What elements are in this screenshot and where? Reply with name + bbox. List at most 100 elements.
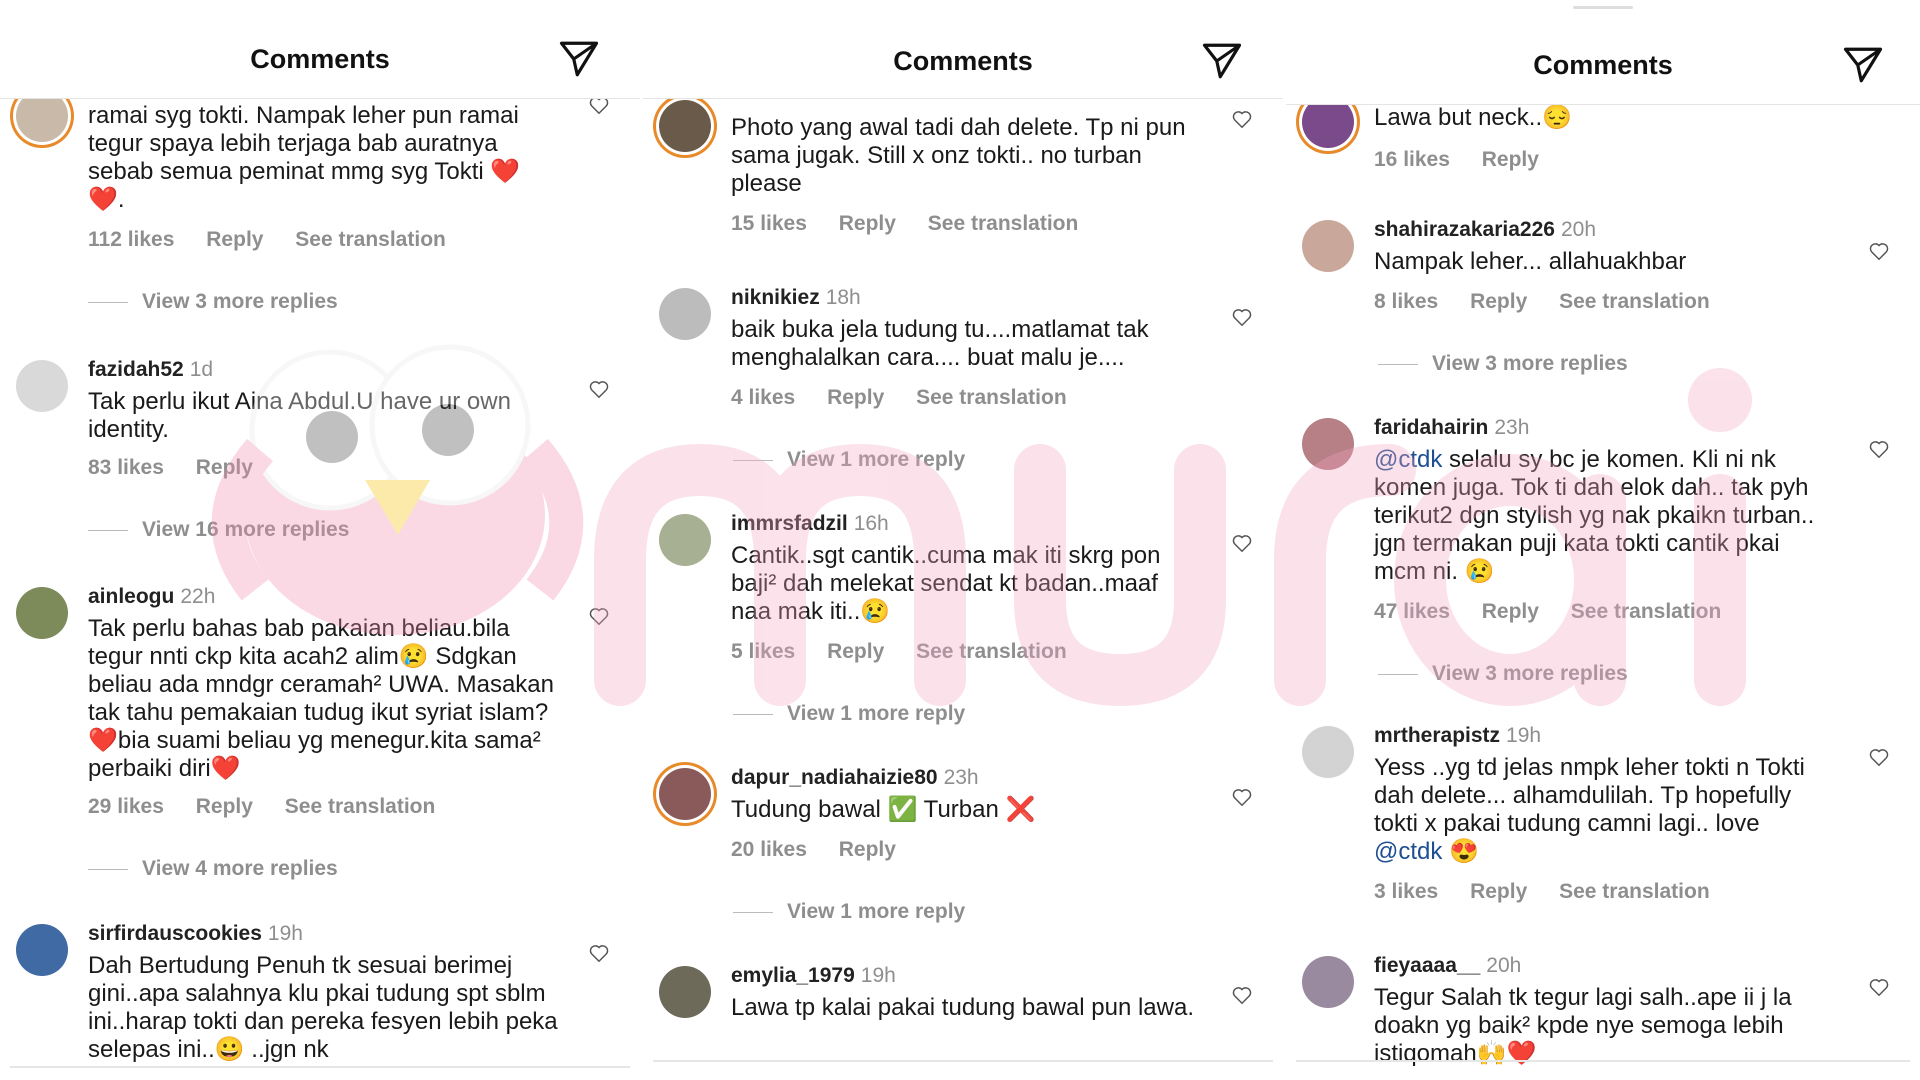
- likes-count[interactable]: 4 likes: [731, 386, 795, 409]
- comment-text: Lawa but neck..😔: [1374, 104, 1572, 131]
- comment-text: Tak perlu ikut Aina Abdul.U have ur own …: [88, 388, 511, 443]
- comment-item: fazidah52 1d Tak perlu ikut Aina Abdul.U …: [0, 358, 640, 548]
- send-icon[interactable]: [1201, 40, 1243, 82]
- likes-count[interactable]: 8 likes: [1374, 290, 1438, 313]
- likes-count[interactable]: 5 likes: [731, 640, 795, 663]
- heart-icon[interactable]: [1231, 786, 1253, 808]
- view-more-replies[interactable]: View 3 more replies: [1378, 662, 1628, 686]
- heart-icon[interactable]: [1868, 240, 1890, 262]
- avatar[interactable]: [659, 100, 711, 152]
- send-icon[interactable]: [558, 38, 600, 80]
- heart-icon[interactable]: [1231, 532, 1253, 554]
- reply-button[interactable]: Reply: [827, 386, 884, 409]
- comment-text: Tudung bawal ✅ Turban ❌: [731, 796, 1036, 823]
- avatar[interactable]: [1302, 726, 1354, 778]
- see-translation-link[interactable]: See translation: [916, 640, 1067, 663]
- view-more-replies[interactable]: View 1 more reply: [733, 702, 965, 726]
- avatar[interactable]: [1302, 956, 1354, 1008]
- reply-button[interactable]: Reply: [206, 228, 263, 251]
- view-more-replies[interactable]: View 3 more replies: [88, 290, 338, 314]
- comment-username[interactable]: emylia_1979 19h: [731, 964, 896, 988]
- heart-icon[interactable]: [1868, 746, 1890, 768]
- reply-button[interactable]: Reply: [839, 838, 896, 861]
- comment-username[interactable]: dapur_nadiahaizie80 23h: [731, 766, 979, 790]
- heart-icon[interactable]: [1868, 976, 1890, 998]
- avatar[interactable]: [16, 360, 68, 412]
- comment-actions: 8 likes Reply See translation: [1374, 290, 1736, 314]
- avatar[interactable]: [1302, 220, 1354, 272]
- comment-item: Photo yang awal tadi dah delete. Tp ni p…: [643, 100, 1283, 250]
- comment-text: Yess ..yg td jelas nmpk leher tokti n To…: [1374, 754, 1805, 865]
- likes-count[interactable]: 16 likes: [1374, 148, 1450, 171]
- comment-text: Photo yang awal tadi dah delete. Tp ni p…: [731, 114, 1186, 197]
- comment-item: shahirazakaria226 20h Nampak leher... all…: [1286, 218, 1920, 398]
- see-translation-link[interactable]: See translation: [928, 212, 1079, 235]
- reply-button[interactable]: Reply: [1482, 148, 1539, 171]
- heart-icon[interactable]: [588, 378, 610, 400]
- view-more-replies[interactable]: View 16 more replies: [88, 518, 349, 542]
- avatar[interactable]: [659, 768, 711, 820]
- avatar[interactable]: [659, 966, 711, 1018]
- likes-count[interactable]: 15 likes: [731, 212, 807, 235]
- reply-button[interactable]: Reply: [196, 456, 253, 479]
- likes-count[interactable]: 29 likes: [88, 795, 164, 818]
- avatar[interactable]: [659, 288, 711, 340]
- likes-count[interactable]: 20 likes: [731, 838, 807, 861]
- comment-item: fieyaaaa__ 20h Tegur Salah tk tegur lagi …: [1286, 954, 1920, 1068]
- avatar[interactable]: [16, 587, 68, 639]
- reply-button[interactable]: Reply: [1482, 600, 1539, 623]
- comment-text: ramai syg tokti. Nampak leher pun ramai …: [88, 102, 521, 213]
- heart-icon[interactable]: [1231, 984, 1253, 1006]
- mention-link[interactable]: @ctdk: [1374, 446, 1442, 473]
- panel-bottom-divider: [653, 1060, 1273, 1062]
- comment-username[interactable]: mrtherapistz 19h: [1374, 724, 1541, 748]
- comment-actions: 29 likes Reply See translation: [88, 795, 461, 819]
- comment-username[interactable]: faridahairin 23h: [1374, 416, 1529, 440]
- heart-icon[interactable]: [1231, 108, 1253, 130]
- heart-icon[interactable]: [588, 942, 610, 964]
- send-icon[interactable]: [1842, 44, 1884, 86]
- see-translation-link[interactable]: See translation: [285, 795, 436, 818]
- avatar[interactable]: [659, 514, 711, 566]
- likes-count[interactable]: 83 likes: [88, 456, 164, 479]
- view-more-replies[interactable]: View 1 more reply: [733, 448, 965, 472]
- view-more-replies[interactable]: View 4 more replies: [88, 857, 338, 881]
- sheet-grabber[interactable]: [1573, 6, 1633, 9]
- comments-title: Comments: [250, 44, 390, 74]
- mention-link[interactable]: @ctdk: [1374, 838, 1442, 865]
- comments-header: Comments: [0, 0, 640, 99]
- view-more-replies[interactable]: View 3 more replies: [1378, 352, 1628, 376]
- avatar[interactable]: [1302, 418, 1354, 470]
- heart-icon[interactable]: [1868, 438, 1890, 460]
- reply-button[interactable]: Reply: [1470, 290, 1527, 313]
- comment-username[interactable]: sirfirdauscookies 19h: [88, 922, 303, 946]
- see-translation-link[interactable]: See translation: [1571, 600, 1722, 623]
- likes-count[interactable]: 47 likes: [1374, 600, 1450, 623]
- likes-count[interactable]: 112 likes: [88, 228, 174, 251]
- comment-username[interactable]: fazidah52 1d: [88, 358, 213, 382]
- avatar[interactable]: [16, 924, 68, 976]
- comments-panel-2: Comments Photo yang awal tadi dah delete…: [643, 0, 1283, 1068]
- comment-actions: 4 likes Reply See translation: [731, 386, 1093, 410]
- view-more-replies[interactable]: View 1 more reply: [733, 900, 965, 924]
- reply-button[interactable]: Reply: [827, 640, 884, 663]
- comment-username[interactable]: niknikiez 18h: [731, 286, 861, 310]
- comment-username[interactable]: ainleogu 22h: [88, 585, 215, 609]
- see-translation-link[interactable]: See translation: [1559, 880, 1710, 903]
- comments-title: Comments: [893, 46, 1033, 76]
- see-translation-link[interactable]: See translation: [916, 386, 1067, 409]
- comment-username[interactable]: shahirazakaria226 20h: [1374, 218, 1596, 242]
- comment-text: @ctdk selalu sy bc je komen. Kli ni nk k…: [1374, 446, 1815, 585]
- comments-header: Comments: [1286, 0, 1920, 105]
- reply-button[interactable]: Reply: [839, 212, 896, 235]
- comments-header: Comments: [643, 0, 1283, 99]
- likes-count[interactable]: 3 likes: [1374, 880, 1438, 903]
- see-translation-link[interactable]: See translation: [295, 228, 446, 251]
- comment-username[interactable]: immrsfadzil 16h: [731, 512, 889, 536]
- see-translation-link[interactable]: See translation: [1559, 290, 1710, 313]
- heart-icon[interactable]: [1231, 306, 1253, 328]
- reply-button[interactable]: Reply: [1470, 880, 1527, 903]
- reply-button[interactable]: Reply: [196, 795, 253, 818]
- heart-icon[interactable]: [588, 605, 610, 627]
- comment-username[interactable]: fieyaaaa__ 20h: [1374, 954, 1521, 978]
